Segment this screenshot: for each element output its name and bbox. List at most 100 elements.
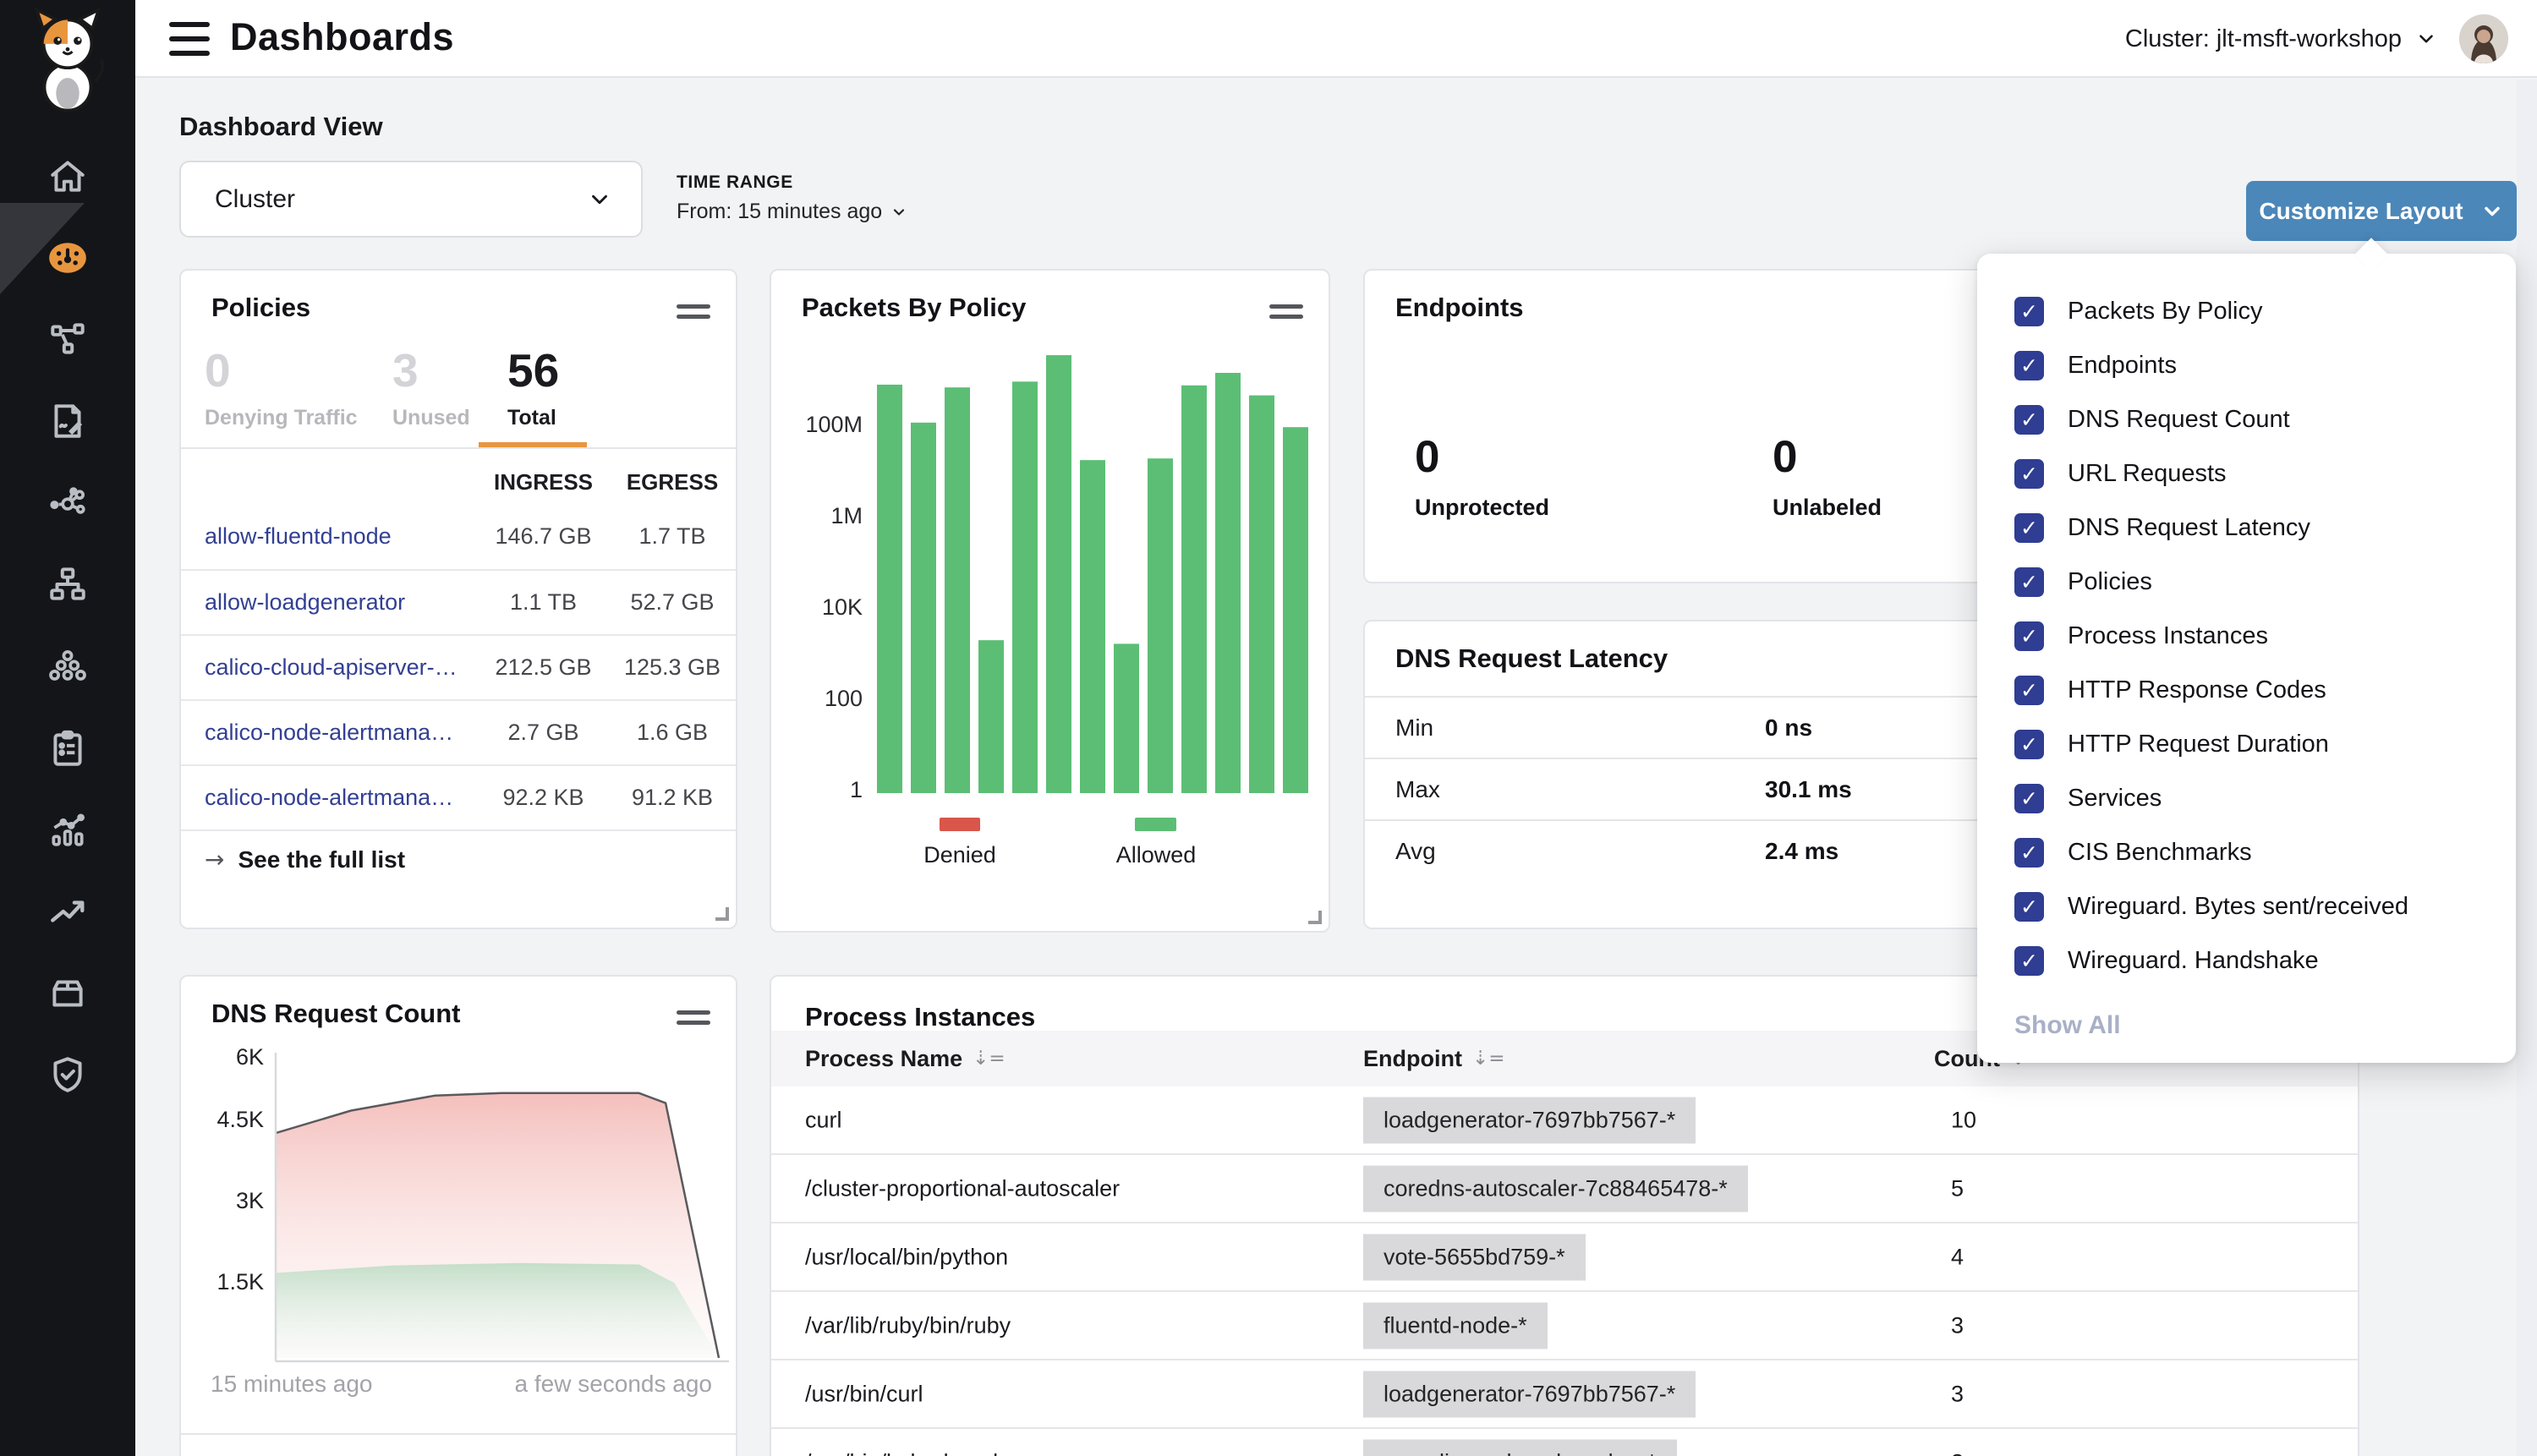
layout-toggle-item[interactable]: ✓Wireguard. Handshake — [1977, 933, 2516, 988]
drag-handle-icon[interactable] — [677, 1010, 710, 1029]
endpoint-chip[interactable]: coredns-autoscaler-7c88465478-* — [1363, 1165, 1748, 1212]
process-count: 5 — [1951, 1175, 1964, 1201]
layout-toggle-label: HTTP Request Duration — [2068, 731, 2329, 758]
nav-cluster-nodes-icon[interactable] — [47, 645, 89, 687]
checkbox-checked-icon[interactable]: ✓ — [2014, 513, 2044, 543]
checkbox-checked-icon[interactable]: ✓ — [2014, 621, 2044, 651]
nav-service-graph-icon[interactable] — [47, 482, 89, 524]
endpoint-chip[interactable]: loadgenerator-7697bb7567-* — [1363, 1371, 1696, 1417]
policy-name-link[interactable]: allow-loadgenerator — [205, 589, 478, 616]
vertical-scrollbar[interactable] — [2517, 79, 2537, 1456]
checkbox-checked-icon[interactable]: ✓ — [2014, 567, 2044, 597]
see-full-list-link[interactable]: → See the full list — [205, 846, 405, 873]
dns-request-latency-panel: DNS Request Latency Min0 nsMax30.1 msAvg… — [1363, 620, 2052, 929]
legend-denied-label[interactable]: Denied — [896, 842, 1023, 868]
stat-total[interactable]: 56 Total — [507, 345, 559, 430]
nav-hierarchy-icon[interactable] — [47, 563, 89, 605]
bar-allowed[interactable] — [1012, 381, 1038, 793]
layout-toggle-item[interactable]: ✓URL Requests — [1977, 446, 2516, 501]
bar-allowed[interactable] — [1080, 460, 1105, 793]
bar-allowed[interactable] — [877, 385, 902, 793]
panel-resize-handle[interactable] — [1308, 911, 1322, 924]
nav-policies-icon[interactable] — [47, 400, 89, 442]
latency-metric-value: 2.4 ms — [1765, 838, 1838, 865]
column-endpoint[interactable]: Endpoint⇣= — [1363, 1031, 1505, 1087]
cluster-switcher[interactable]: Cluster: jlt-msft-workshop — [2125, 25, 2437, 53]
bar-allowed[interactable] — [1148, 458, 1173, 793]
column-process-name[interactable]: Process Name⇣= — [805, 1031, 1005, 1087]
user-avatar[interactable] — [2459, 14, 2508, 63]
checkbox-checked-icon[interactable]: ✓ — [2014, 676, 2044, 705]
checkbox-checked-icon[interactable]: ✓ — [2014, 946, 2044, 976]
bar-allowed[interactable] — [1283, 427, 1308, 793]
endpoint-chip[interactable]: fluentd-node-* — [1363, 1302, 1548, 1349]
checkbox-checked-icon[interactable]: ✓ — [2014, 892, 2044, 922]
customize-layout-button[interactable]: Customize Layout — [2246, 181, 2517, 241]
bar-allowed[interactable] — [911, 423, 936, 793]
endpoint-chip[interactable]: vote-5655bd759-* — [1363, 1234, 1586, 1280]
customize-layout-dropdown: ✓Packets By Policy✓Endpoints✓DNS Request… — [1977, 254, 2516, 1063]
bar-allowed[interactable] — [1249, 396, 1274, 793]
endpoint-chip[interactable]: loadgenerator-7697bb7567-* — [1363, 1097, 1696, 1143]
checkbox-checked-icon[interactable]: ✓ — [2014, 459, 2044, 489]
policy-name-link[interactable]: calico-node-alertmana… — [205, 785, 478, 811]
policy-name-link[interactable]: calico-node-alertmana… — [205, 720, 478, 746]
policies-panel: Policies 0 Denying Traffic 3 Unused 56 T… — [179, 269, 737, 929]
checkbox-checked-icon[interactable]: ✓ — [2014, 297, 2044, 326]
layout-toggle-item[interactable]: ✓DNS Request Latency — [1977, 501, 2516, 555]
layout-toggle-item[interactable]: ✓Endpoints — [1977, 338, 2516, 392]
bar-allowed[interactable] — [945, 387, 970, 793]
nav-compliance-icon[interactable] — [47, 727, 89, 769]
time-range-selector[interactable]: From: 15 minutes ago — [677, 200, 907, 224]
layout-toggle-item[interactable]: ✓ Wireguard. Bytes sent/received — [1977, 879, 2516, 933]
checkbox-checked-icon[interactable]: ✓ — [2014, 351, 2044, 380]
stat-unused[interactable]: 3 Unused — [392, 345, 470, 430]
sort-icon[interactable]: ⇣= — [973, 1048, 1005, 1070]
nav-home-icon[interactable] — [47, 155, 89, 197]
nav-package-icon[interactable] — [47, 972, 89, 1015]
menu-toggle-button[interactable] — [169, 22, 210, 56]
nav-trend-icon[interactable] — [47, 890, 89, 933]
nav-analytics-icon[interactable] — [47, 808, 89, 851]
dashboard-view-select[interactable]: Cluster — [179, 161, 643, 238]
layout-toggle-item[interactable]: ✓ HTTP Request Duration — [1977, 717, 2516, 771]
bar-allowed[interactable] — [1114, 643, 1139, 793]
bar-allowed[interactable] — [978, 640, 1004, 793]
nav-network-icon[interactable] — [47, 318, 89, 360]
layout-toggle-item[interactable]: ✓Packets By Policy — [1977, 284, 2516, 338]
dns-count-panel-title: DNS Request Count — [211, 999, 461, 1029]
calico-cat-logo — [20, 7, 115, 115]
policy-name-link[interactable]: allow-fluentd-node — [205, 523, 478, 550]
legend-denied-swatch[interactable] — [940, 818, 980, 831]
endpoint-chip[interactable]: compliance-benchmarker-* — [1363, 1439, 1677, 1456]
bar-allowed[interactable] — [1181, 386, 1207, 793]
stat-denying-traffic[interactable]: 0 Denying Traffic — [205, 345, 358, 430]
layout-toggle-item[interactable]: ✓Services — [1977, 771, 2516, 825]
layout-toggle-label: Wireguard. Bytes sent/received — [2068, 893, 2408, 921]
legend-allowed-label[interactable]: Allowed — [1093, 842, 1219, 868]
bar-allowed[interactable] — [1046, 355, 1071, 793]
checkbox-checked-icon[interactable]: ✓ — [2014, 784, 2044, 813]
layout-toggle-item[interactable]: ✓Process Instances — [1977, 609, 2516, 663]
checkbox-checked-icon[interactable]: ✓ — [2014, 838, 2044, 868]
drag-handle-icon[interactable] — [1269, 304, 1303, 323]
panel-resize-handle[interactable] — [715, 907, 729, 921]
packets-bar-chart — [771, 347, 1332, 820]
checkbox-checked-icon[interactable]: ✓ — [2014, 730, 2044, 759]
nav-shield-icon[interactable] — [47, 1054, 89, 1096]
layout-toggle-item[interactable]: ✓CIS Benchmarks — [1977, 825, 2516, 879]
layout-toggle-item[interactable]: ✓HTTP Response Codes — [1977, 663, 2516, 717]
nav-dashboard-icon[interactable] — [47, 237, 89, 279]
column-ingress[interactable]: INGRESS — [478, 469, 609, 495]
layout-toggle-item[interactable]: ✓DNS Request Count — [1977, 392, 2516, 446]
dns-count-legend-row[interactable]: Successful 5,572 — [181, 1447, 736, 1456]
bar-allowed[interactable] — [1215, 373, 1241, 793]
sort-icon[interactable]: ⇣= — [1472, 1048, 1505, 1070]
checkbox-checked-icon[interactable]: ✓ — [2014, 405, 2044, 435]
column-egress[interactable]: EGRESS — [609, 469, 736, 495]
legend-allowed-swatch[interactable] — [1135, 818, 1176, 831]
show-all-link[interactable]: Show All — [2014, 1011, 2121, 1040]
drag-handle-icon[interactable] — [677, 304, 710, 323]
layout-toggle-item[interactable]: ✓Policies — [1977, 555, 2516, 609]
policy-name-link[interactable]: calico-cloud-apiserver-… — [205, 654, 478, 681]
